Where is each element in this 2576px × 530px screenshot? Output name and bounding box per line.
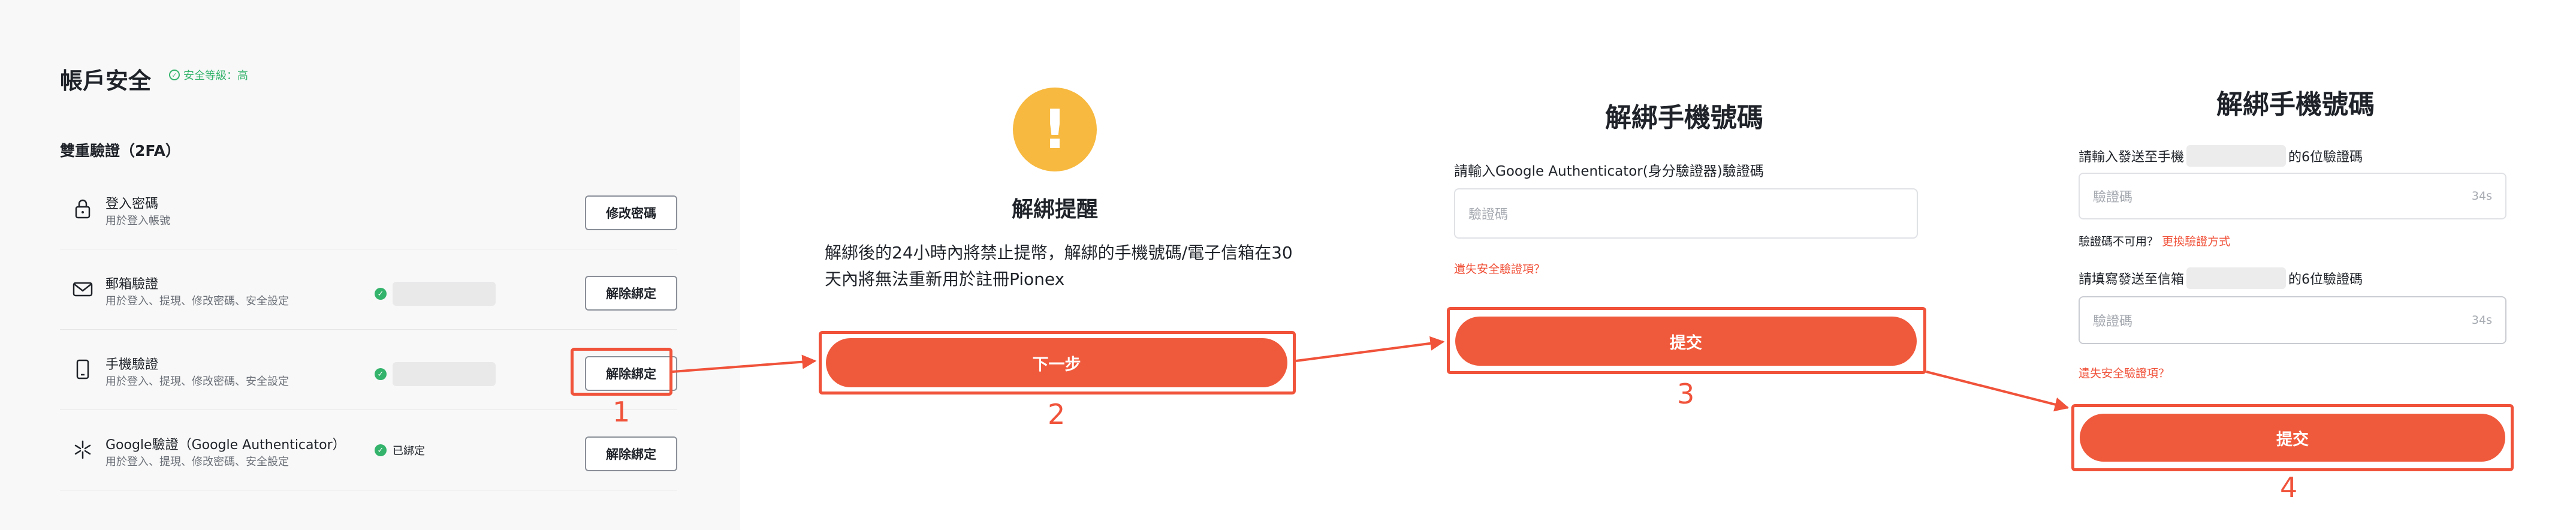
arrow-3-to-4 — [1926, 371, 2070, 412]
arrow-1-to-2 — [672, 354, 817, 373]
screenshot-canvas: 帳戶安全 ✓ 安全等級：高 雙重驗證（2FA） 登入密碼 用於登入帳號 修改密碼… — [0, 0, 2576, 530]
step-arrows — [672, 336, 2070, 412]
arrow-2-to-3 — [1295, 336, 1445, 362]
